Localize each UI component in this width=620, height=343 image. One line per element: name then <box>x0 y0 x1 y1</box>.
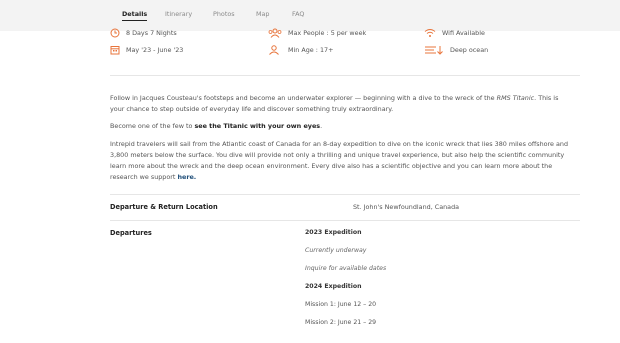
feature-max-people-label: Max People : 5 per week <box>288 29 367 37</box>
departure-item: Inquire for available dates <box>305 265 387 272</box>
depth-icon <box>425 46 443 55</box>
wifi-icon <box>424 29 436 37</box>
feature-duration-label: 8 Days 7 Nights <box>126 29 177 37</box>
description-paragraph-1: Follow in Jacques Cousteau's footsteps a… <box>110 93 570 115</box>
ship-name: RMS Titanic <box>496 94 535 102</box>
description-paragraph-2: Become one of the few to see the Titanic… <box>110 121 570 132</box>
feature-min-age: Min Age : 17+ <box>268 45 333 55</box>
divider <box>110 194 580 195</box>
departure-item: Mission 2: June 21 – 29 <box>305 319 377 326</box>
description-text: . <box>320 122 323 130</box>
feature-wifi-label: Wifi Available <box>442 29 485 37</box>
feature-depth-label: Deep ocean <box>450 46 489 54</box>
clock-icon <box>110 28 120 38</box>
departure-item: Currently underway <box>305 247 367 254</box>
feature-max-people: Max People : 5 per week <box>268 28 366 38</box>
description-text: Follow in Jacques Cousteau's footsteps a… <box>110 94 497 102</box>
departures-title: Departures <box>110 229 152 237</box>
user-icon <box>269 45 279 55</box>
departure-location-value: St. John's Newfoundland, Canada <box>353 203 460 211</box>
feature-wifi: Wifi Available <box>424 28 485 38</box>
tab-bar: Details Itinerary Photos Map FAQ <box>0 0 620 31</box>
departure-location-title: Departure & Return Location <box>110 203 218 211</box>
departure-item: Mission 1: June 12 – 20 <box>305 301 377 308</box>
feature-duration: 8 Days 7 Nights <box>110 28 177 38</box>
divider <box>110 75 580 76</box>
feature-dates: May '23 - June '23 <box>110 45 183 55</box>
departure-item: 2024 Expedition <box>305 283 362 290</box>
feature-min-age-label: Min Age : 17+ <box>288 46 334 54</box>
calendar-icon <box>110 46 120 55</box>
feature-dates-label: May '23 - June '23 <box>126 46 184 54</box>
highlight-text: see the Titanic with your own eyes <box>194 122 321 130</box>
tab-details[interactable]: Details <box>122 10 148 21</box>
description-text: Become one of the few to <box>110 122 195 130</box>
feature-depth: Deep ocean <box>424 45 488 55</box>
divider <box>110 220 580 221</box>
research-link[interactable]: here. <box>177 173 196 181</box>
group-icon <box>268 28 282 38</box>
tab-map[interactable]: Map <box>256 10 270 18</box>
tab-faq[interactable]: FAQ <box>292 10 304 18</box>
description-paragraph-3: Intrepid travelers will sail from the At… <box>110 139 570 183</box>
tab-photos[interactable]: Photos <box>213 10 235 18</box>
departure-item: 2023 Expedition <box>305 229 362 236</box>
tab-itinerary[interactable]: Itinerary <box>165 10 192 18</box>
